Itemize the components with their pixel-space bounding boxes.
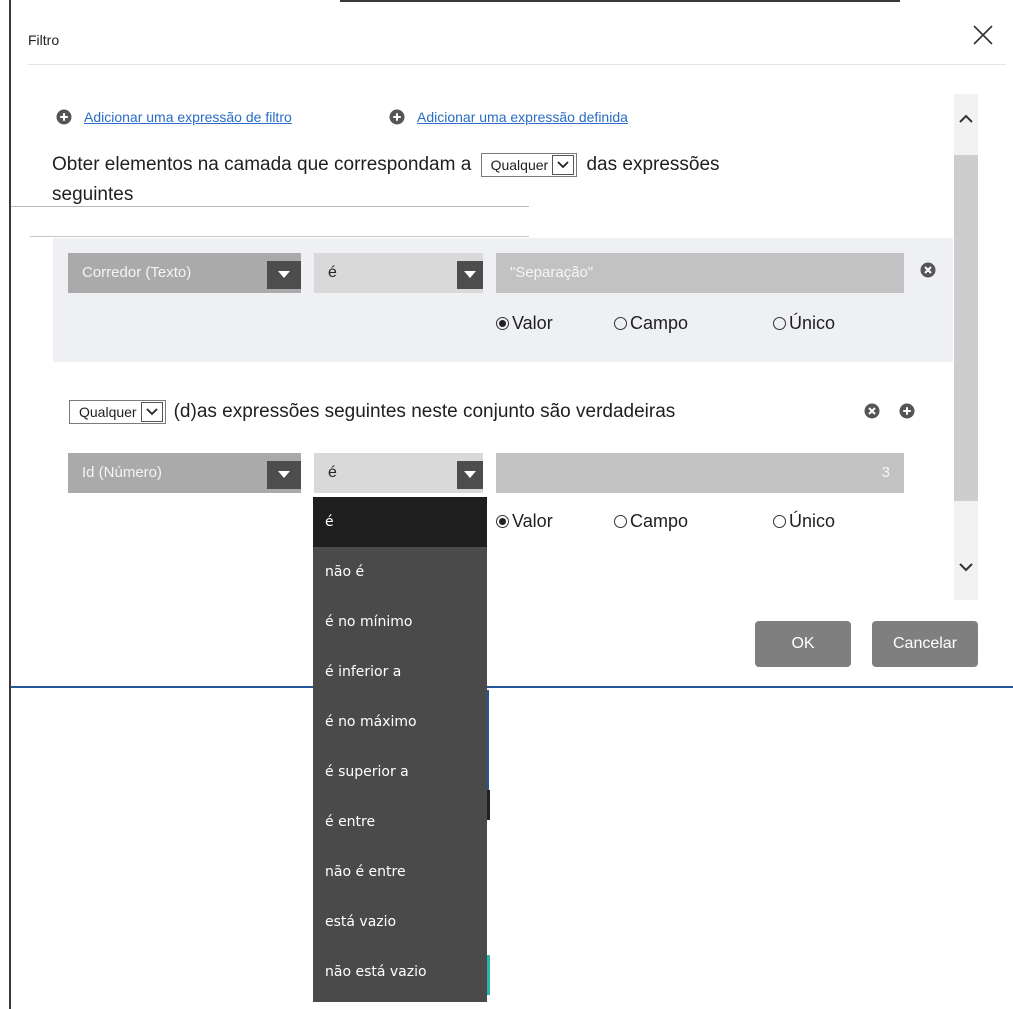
operator-option[interactable]: é no mínimo <box>313 597 487 647</box>
radio-label: Valor <box>512 511 553 531</box>
radio-icon <box>773 317 786 330</box>
add-filter-expression-action[interactable]: Adicionar uma expressão de filtro <box>56 107 292 127</box>
chevron-up-icon[interactable] <box>954 106 978 130</box>
background-mark <box>487 790 490 820</box>
chevron-down-icon[interactable] <box>954 555 978 579</box>
set-sentence-text: (d)as expressões seguintes neste conjunt… <box>173 401 676 422</box>
operator-option[interactable]: não é <box>313 547 487 597</box>
chevron-down-icon <box>552 154 575 175</box>
radio-valor[interactable]: Valor <box>496 511 614 532</box>
expression-1-value-input[interactable]: "Separação" <box>496 253 904 293</box>
close-icon[interactable] <box>968 20 998 50</box>
dialog-title: Filtro <box>28 32 60 48</box>
match-any-select[interactable]: Qualquer <box>480 152 578 177</box>
radio-label: Único <box>789 313 836 333</box>
radio-selected-icon <box>496 317 509 330</box>
expression-2-value-text: 3 <box>881 464 890 481</box>
expression-1-value-type: Valor Campo Único <box>496 313 835 334</box>
radio-selected-icon <box>496 515 509 528</box>
radio-campo[interactable]: Campo <box>614 313 773 334</box>
operator-dropdown-list: é não é é no mínimo é inferior a é no má… <box>313 497 487 1002</box>
radio-icon <box>614 515 627 528</box>
operator-option-selected[interactable]: é <box>313 497 487 547</box>
expression-2-value-type: Valor Campo Único <box>496 511 835 532</box>
background-edge <box>487 690 489 790</box>
radio-icon <box>614 317 627 330</box>
expression-2-operator-value: é <box>328 464 337 481</box>
radio-label: Campo <box>630 511 689 531</box>
match-sentence-after: das expressões <box>586 154 720 175</box>
chevron-down-icon <box>140 402 163 422</box>
expression-1-field-select[interactable]: Corredor (Texto) <box>68 253 301 293</box>
add-filter-expression-link[interactable]: Adicionar uma expressão de filtro <box>84 109 292 125</box>
match-sentence: Obter elementos na camada que correspond… <box>52 150 892 210</box>
operator-option[interactable]: não está vazio <box>313 947 487 997</box>
expression-1-operator-select[interactable]: é <box>314 253 483 293</box>
radio-icon <box>773 515 786 528</box>
expression-1-value-text: "Separação" <box>510 264 594 281</box>
radio-campo[interactable]: Campo <box>614 511 773 532</box>
add-set-expression-link[interactable]: Adicionar uma expressão definida <box>417 109 628 125</box>
caret-down-icon <box>457 261 483 289</box>
scrollbar-thumb[interactable] <box>954 155 978 501</box>
match-sentence-before: Obter elementos na camada que correspond… <box>52 154 472 175</box>
operator-option[interactable]: é inferior a <box>313 647 487 697</box>
set-match-select-value: Qualquer <box>79 404 137 420</box>
add-set-expression-action[interactable]: Adicionar uma expressão definida <box>389 107 628 127</box>
expression-2-value-input[interactable]: 3 <box>496 453 904 493</box>
operator-option[interactable]: é entre <box>313 797 487 847</box>
operator-option[interactable]: não é entre <box>313 847 487 897</box>
operator-option[interactable]: é no máximo <box>313 697 487 747</box>
remove-set-icon[interactable] <box>864 403 880 419</box>
plus-circle-icon <box>56 109 72 125</box>
match-any-select-value: Qualquer <box>490 156 549 173</box>
expression-1-field-value: Corredor (Texto) <box>82 264 192 281</box>
ok-button[interactable]: OK <box>755 621 851 667</box>
caret-down-icon <box>457 461 483 489</box>
background-mark <box>487 955 490 995</box>
dialog-bottom-edge <box>11 686 1013 688</box>
radio-unico[interactable]: Único <box>773 313 835 334</box>
remove-expression-1-icon[interactable] <box>920 262 936 278</box>
radio-label: Único <box>789 511 836 531</box>
expression-2-field-select[interactable]: Id (Número) <box>68 453 301 493</box>
radio-valor[interactable]: Valor <box>496 313 614 334</box>
set-match-any-select[interactable]: Qualquer <box>69 400 166 424</box>
divider <box>11 206 529 207</box>
expression-2-operator-select[interactable]: é <box>314 453 483 493</box>
expression-1-operator-value: é <box>328 264 337 281</box>
expression-2-field-value: Id (Número) <box>82 464 163 481</box>
operator-option[interactable]: é superior a <box>313 747 487 797</box>
radio-label: Campo <box>630 313 689 333</box>
plus-circle-icon <box>389 109 405 125</box>
caret-down-icon <box>267 261 301 289</box>
cancel-button[interactable]: Cancelar <box>872 621 978 667</box>
divider <box>30 236 529 237</box>
caret-down-icon <box>267 461 301 489</box>
match-sentence-line2: seguintes <box>52 184 134 205</box>
radio-label: Valor <box>512 313 553 333</box>
radio-unico[interactable]: Único <box>773 511 835 532</box>
title-divider <box>28 64 1006 65</box>
operator-option[interactable]: está vazio <box>313 897 487 947</box>
add-to-set-icon[interactable] <box>899 403 915 419</box>
set-sentence: Qualquer (d)as expressões seguintes nest… <box>69 400 675 424</box>
